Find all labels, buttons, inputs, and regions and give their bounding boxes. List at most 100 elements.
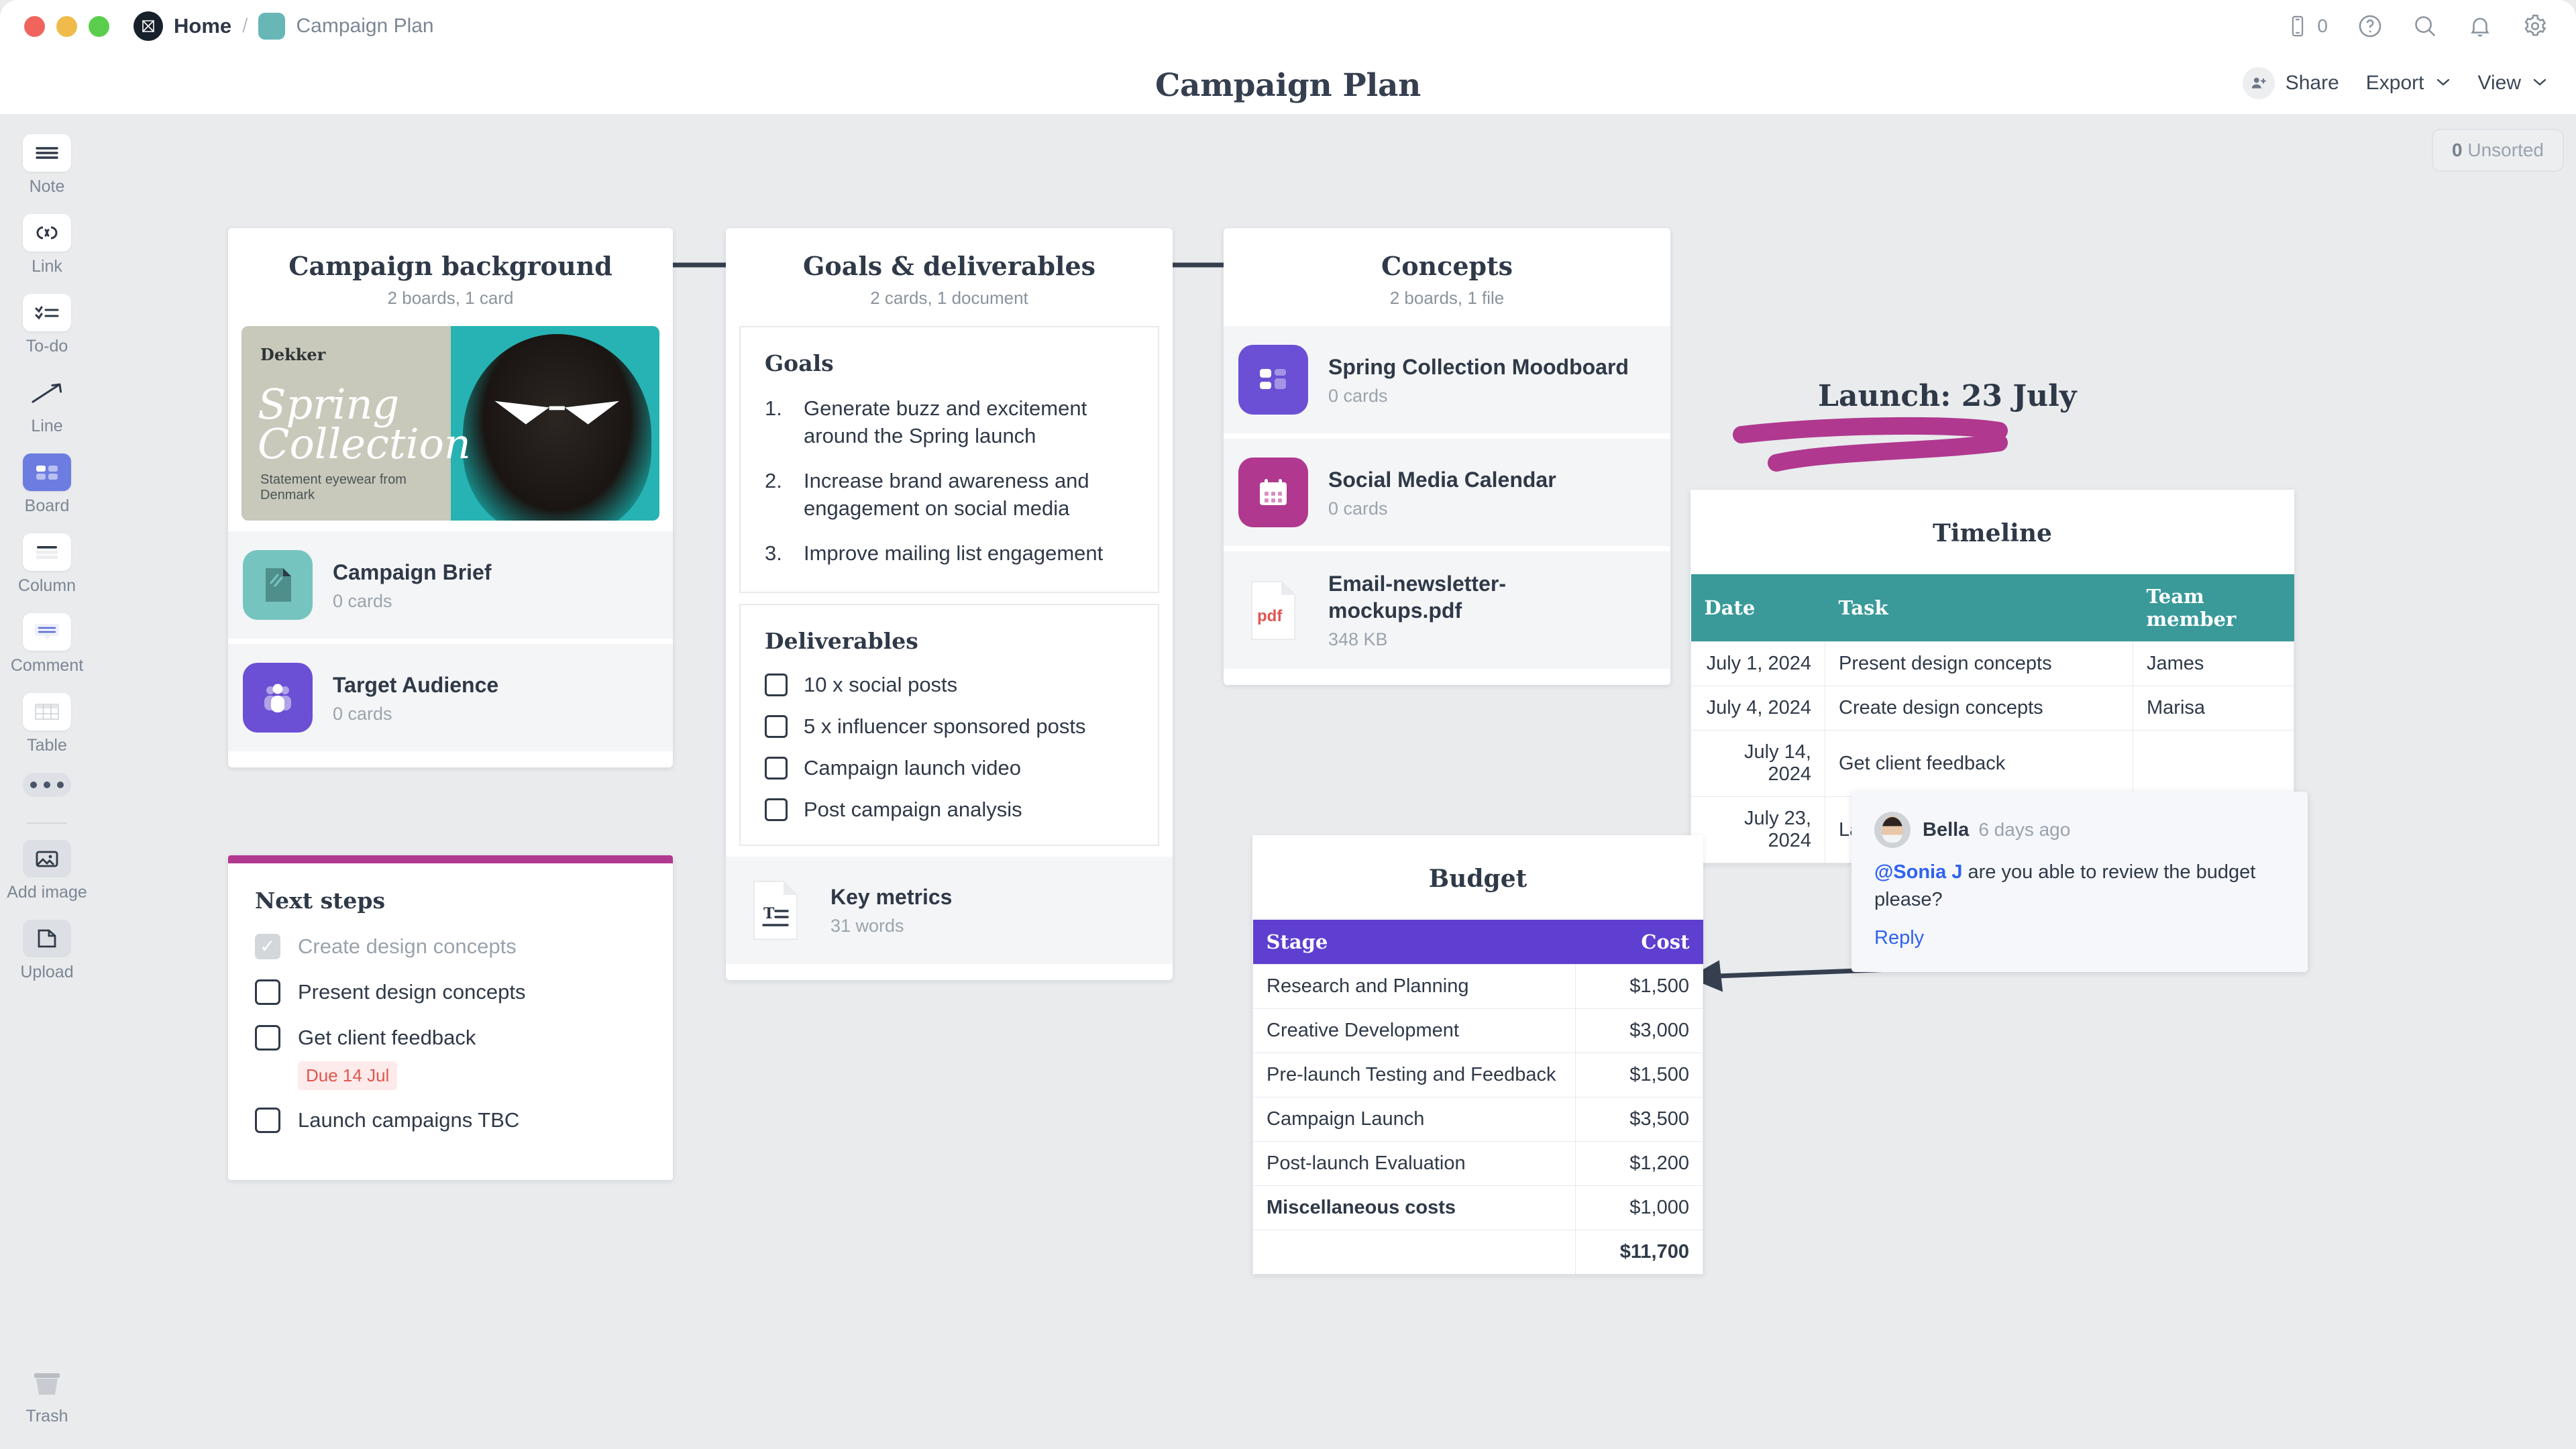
column-header-date[interactable]: Date [1690,574,1825,642]
goal-number: 2. [765,468,782,492]
table-row[interactable]: Miscellaneous costs $1,000 [1252,1185,1703,1230]
deliverable-item[interactable]: 10 x social posts [765,673,1134,697]
export-button[interactable]: Export [2366,72,2451,95]
sidebar-item-trash[interactable]: Trash [0,1364,94,1426]
column-header-cost[interactable]: Cost [1575,920,1703,965]
sidebar-item-todo[interactable]: To-do [0,294,94,356]
sidebar-item-line[interactable]: Line [0,374,94,436]
comment-card[interactable]: Bella 6 days ago @Sonia J are you able to… [1851,792,2308,973]
cell-cost: $1,500 [1575,1053,1703,1097]
board-concepts[interactable]: Concepts 2 boards, 1 file Spring Collect… [1224,228,1670,685]
checkbox-icon[interactable] [765,756,788,780]
sidebar-item-comment[interactable]: Comment [0,613,94,676]
launch-note[interactable]: Launch: 23 July [1818,379,2076,413]
table-row[interactable]: July 14, 2024 Get client feedback [1690,730,2294,797]
minimize-window-button[interactable] [56,15,77,37]
list-item-title: Social Media Calendar [1328,467,1556,492]
comment-reply-link[interactable]: Reply [1874,927,1924,949]
breadcrumb-home[interactable]: Home [174,14,231,38]
board-campaign-background[interactable]: Campaign background 2 boards, 1 card Dek… [228,228,673,767]
table-row[interactable]: Pre-launch Testing and Feedback $1,500 [1252,1053,1703,1097]
sidebar-item-upload[interactable]: Upload [0,920,94,982]
cell-team-member: Marisa [2133,686,2294,731]
header-actions: Share Export View [2242,67,2548,99]
list-item[interactable]: Target Audience 0 cards [228,644,673,751]
breadcrumb-current[interactable]: Campaign Plan [296,15,433,38]
table-row[interactable]: July 1, 2024 Present design concepts Jam… [1690,641,2294,686]
comment-mention[interactable]: @Sonia J [1874,861,1962,883]
sidebar-item-table[interactable]: Table [0,693,94,755]
deliverable-item[interactable]: Post campaign analysis [765,798,1134,822]
todo-item[interactable]: Get client feedback [255,1025,646,1051]
checkbox-icon[interactable] [765,798,788,821]
sidebar-item-label: Board [24,496,70,515]
close-window-button[interactable] [24,15,45,37]
todo-item[interactable]: Create design concepts [255,934,646,959]
budget-table: Stage Cost Research and Planning $1,500 … [1252,920,1703,1275]
list-item[interactable]: Spring Collection Moodboard 0 cards [1224,326,1670,433]
list-item[interactable]: Campaign Brief 0 cards [228,531,673,639]
table-budget[interactable]: Budget Stage Cost Research and Planning … [1252,835,1703,1275]
column-header-task[interactable]: Task [1825,574,2133,642]
todo-item[interactable]: Present design concepts [255,979,646,1005]
bell-icon[interactable] [2467,13,2493,39]
board-subtitle: 2 boards, 1 file [1389,288,1505,308]
board-goals-deliverables[interactable]: Goals & deliverables 2 cards, 1 document… [726,228,1173,980]
table-row[interactable]: July 4, 2024 Create design concepts Mari… [1690,686,2294,731]
maximize-window-button[interactable] [89,15,109,37]
checkbox-icon[interactable] [765,673,788,696]
phone-icon[interactable]: 0 [2286,15,2328,38]
checkbox-checked-icon[interactable] [255,934,280,959]
search-icon[interactable] [2412,13,2438,39]
sidebar-item-label: Line [31,417,63,435]
table-row[interactable]: Post-launch Evaluation $1,200 [1252,1141,1703,1186]
share-button[interactable]: Share [2242,67,2339,99]
checkbox-icon[interactable] [765,714,788,738]
sidebar-item-add-image[interactable]: Add image [0,840,94,902]
cell-task: Get client feedback [1825,730,2133,797]
list-item[interactable]: T Key metrics 31 words [726,856,1173,964]
board-title: Concepts [1381,251,1513,281]
table-icon [23,693,71,731]
list-item-text: Email-newsletter-mockups.pdf 348 KB [1328,570,1583,650]
table-row[interactable]: Campaign Launch $3,500 [1252,1097,1703,1142]
card-goals[interactable]: Goals 1. Generate buzz and excitement aro… [739,326,1159,593]
comment-timestamp: 6 days ago [1978,818,2071,840]
table-total-row[interactable]: $11,700 [1252,1230,1703,1275]
more-icon [23,773,71,797]
cell-cost: $1,000 [1575,1185,1703,1230]
list-item[interactable]: pdf Email-newsletter-mockups.pdf 348 KB [1224,551,1670,669]
board-color-swatch [258,13,286,40]
deliverable-item[interactable]: 5 x influencer sponsored posts [765,714,1134,739]
help-icon[interactable] [2357,13,2383,39]
gear-icon[interactable] [2522,13,2548,39]
sidebar-item-board[interactable]: Board [0,453,94,516]
cell-stage: Post-launch Evaluation [1252,1141,1576,1186]
checkbox-icon[interactable] [255,1025,280,1051]
table-row[interactable]: Creative Development $3,000 [1252,1008,1703,1053]
sidebar-item-column[interactable]: Column [0,533,94,596]
deliverable-item[interactable]: Campaign launch video [765,756,1134,780]
note-next-steps[interactable]: Next steps Create design concepts Presen… [228,855,673,1180]
todo-item[interactable]: Launch campaigns TBC [255,1108,646,1133]
list-item-title: Target Audience [333,672,499,697]
sidebar-item-label: Add image [7,883,87,902]
view-button[interactable]: View [2478,72,2548,95]
checkbox-icon[interactable] [255,979,280,1005]
list-item-title: Key metrics [830,885,953,910]
add-image-icon [23,840,71,877]
sidebar-item-link[interactable]: Link [0,214,94,276]
sidebar-item-label: Upload [20,963,74,981]
application-window: Home / Campaign Plan 0 Campaign Plan Sha… [0,0,2576,1449]
card-deliverables[interactable]: Deliverables 10 x social posts 5 x influ… [739,603,1159,846]
board-canvas[interactable]: 0 Unsorted Campaign background 2 boards,… [94,114,2576,1449]
column-header-team-member[interactable]: Team member [2133,574,2294,642]
column-header-stage[interactable]: Stage [1252,920,1576,965]
checkbox-icon[interactable] [255,1108,280,1133]
sidebar-item-note[interactable]: Note [0,134,94,197]
poster-image[interactable]: Dekker Statement eyewear from Denmark Sp… [241,326,659,521]
list-item[interactable]: Social Media Calendar 0 cards [1224,439,1670,546]
sidebar-more-button[interactable] [0,773,94,797]
unsorted-badge[interactable]: 0 Unsorted [2432,129,2564,172]
table-row[interactable]: Research and Planning $1,500 [1252,964,1703,1009]
